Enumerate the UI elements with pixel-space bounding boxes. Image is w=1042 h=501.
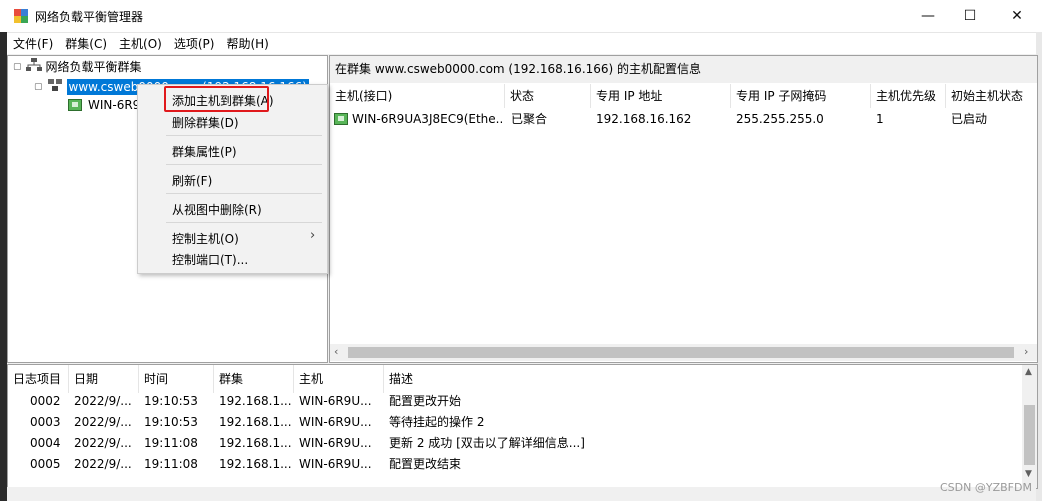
scrollbar-thumb[interactable] xyxy=(1024,405,1035,465)
cell-description: 配置更改开始 xyxy=(389,394,462,408)
cell-date: 2022/9/... xyxy=(74,436,132,450)
tree-item-host-label: WIN-6R9 xyxy=(88,98,141,112)
log-column-cluster[interactable]: 群集 xyxy=(214,365,294,393)
cell-host: WIN-6R9U... xyxy=(299,457,372,471)
cell-cluster: 192.168.1... xyxy=(219,394,292,408)
status-bar xyxy=(7,487,1036,501)
menu-separator xyxy=(166,164,322,165)
watermark: CSDN @YZBFDM xyxy=(940,481,1032,494)
tree-item-root[interactable]: ▢ 网络负载平衡群集 xyxy=(13,58,142,75)
menu-item-control-ports[interactable]: 控制端口(T)... xyxy=(172,251,248,268)
close-button[interactable]: ✕ xyxy=(994,0,1040,32)
cell-entry: 0005 xyxy=(30,457,61,471)
cell-time: 19:11:08 xyxy=(144,457,198,471)
log-row[interactable]: 0005 2022/9/... 19:11:08 192.168.1... WIN-6R… xyxy=(8,454,1022,475)
cell-host: WIN-6R9U... xyxy=(299,436,372,450)
cell-time: 19:10:53 xyxy=(144,415,198,429)
submenu-arrow-icon: › xyxy=(310,228,316,243)
cell-description: 配置更改结束 xyxy=(389,457,462,471)
host-config-panel: 在群集 www.csweb0000.com (192.168.16.166) 的… xyxy=(329,55,1038,363)
maximize-button[interactable]: ☐ xyxy=(947,0,993,32)
cell-time: 19:10:53 xyxy=(144,394,198,408)
cell-time: 19:11:08 xyxy=(144,436,198,450)
vertical-scrollbar[interactable]: ▲ ▼ xyxy=(1022,365,1037,488)
menu-item-cluster-properties[interactable]: 群集属性(P) xyxy=(172,143,237,160)
column-header-host[interactable]: 主机(接口) xyxy=(330,84,505,108)
menu-host[interactable]: 主机(O) xyxy=(113,35,168,52)
highlight-box xyxy=(164,86,269,112)
table-row[interactable]: WIN-6R9UA3J8EC9(Ethe... 已聚合 192.168.16.1… xyxy=(330,108,1037,130)
scroll-right-icon[interactable]: › xyxy=(1024,345,1028,358)
log-panel: 日志项目 日期 时间 群集 主机 描述 0002 2022/9/... 19:10:… xyxy=(7,364,1038,489)
menu-help[interactable]: 帮助(H) xyxy=(220,35,274,52)
menu-separator xyxy=(166,135,322,136)
cell-subnet: 255.255.255.0 xyxy=(736,112,824,126)
host-panel-header: 在群集 www.csweb0000.com (192.168.16.166) 的… xyxy=(330,56,1037,83)
cell-initial-state: 已启动 xyxy=(951,112,988,126)
cell-date: 2022/9/... xyxy=(74,457,132,471)
cell-host: WIN-6R9UA3J8EC9(Ethe... xyxy=(352,112,502,126)
cell-date: 2022/9/... xyxy=(74,394,132,408)
cell-cluster: 192.168.1... xyxy=(219,415,292,429)
log-row[interactable]: 0004 2022/9/... 19:11:08 192.168.1... WIN-6R… xyxy=(8,433,1022,454)
log-column-date[interactable]: 日期 xyxy=(69,365,139,393)
menu-options[interactable]: 选项(P) xyxy=(168,35,221,52)
host-icon xyxy=(334,113,348,125)
column-header-status[interactable]: 状态 xyxy=(505,84,591,108)
cell-entry: 0003 xyxy=(30,415,61,429)
menu-file[interactable]: 文件(F) xyxy=(7,35,59,52)
tree-item-host[interactable]: WIN-6R9 xyxy=(68,98,140,112)
log-row[interactable]: 0003 2022/9/... 19:10:53 192.168.1... WIN-6R… xyxy=(8,412,1022,433)
cell-date: 2022/9/... xyxy=(74,415,132,429)
host-icon xyxy=(68,99,82,111)
scroll-down-icon[interactable]: ▼ xyxy=(1025,469,1032,479)
column-header-priority[interactable]: 主机优先级 xyxy=(871,84,946,108)
menu-separator xyxy=(166,222,322,223)
cell-ip: 192.168.16.162 xyxy=(596,112,692,126)
column-header-subnet[interactable]: 专用 IP 子网掩码 xyxy=(731,84,871,108)
scroll-up-icon[interactable]: ▲ xyxy=(1025,367,1032,377)
scrollbar-thumb[interactable] xyxy=(348,347,1014,358)
cell-host: WIN-6R9U... xyxy=(299,394,372,408)
cell-host: WIN-6R9U... xyxy=(299,415,372,429)
cell-description: 更新 2 成功 [双击以了解详细信息...] xyxy=(389,436,585,450)
network-icon xyxy=(25,58,42,75)
menu-bar: 文件(F) 群集(C) 主机(O) 选项(P) 帮助(H) xyxy=(7,33,1036,54)
context-menu: 添加主机到群集(A) 删除群集(D) 群集属性(P) 刷新(F) 从视图中删除(… xyxy=(137,84,328,274)
cell-entry: 0004 xyxy=(30,436,61,450)
log-column-host[interactable]: 主机 xyxy=(294,365,384,393)
log-column-time[interactable]: 时间 xyxy=(139,365,214,393)
log-column-description[interactable]: 描述 xyxy=(384,365,1022,393)
title-bar: 网络负载平衡管理器 — ☐ ✕ xyxy=(0,0,1042,33)
column-header-ip[interactable]: 专用 IP 地址 xyxy=(591,84,731,108)
column-header-initial-state[interactable]: 初始主机状态 xyxy=(946,84,1037,108)
menu-item-delete-cluster[interactable]: 删除群集(D) xyxy=(172,114,239,131)
background-strip-left xyxy=(0,32,7,501)
menu-cluster[interactable]: 群集(C) xyxy=(59,35,113,52)
horizontal-scrollbar[interactable]: ‹ › xyxy=(330,344,1037,361)
log-column-entry[interactable]: 日志项目 xyxy=(8,365,69,393)
collapse-arrow-icon[interactable]: ▢ xyxy=(34,82,43,92)
menu-separator xyxy=(166,193,322,194)
cell-description: 等待挂起的操作 2 xyxy=(389,415,485,429)
cluster-icon xyxy=(47,78,63,95)
log-row[interactable]: 0002 2022/9/... 19:10:53 192.168.1... WIN-6R… xyxy=(8,391,1022,412)
tree-item-root-label: 网络负载平衡群集 xyxy=(45,60,142,74)
cell-cluster: 192.168.1... xyxy=(219,457,292,471)
minimize-button[interactable]: — xyxy=(905,0,951,32)
cell-status: 已聚合 xyxy=(511,112,548,126)
menu-item-refresh[interactable]: 刷新(F) xyxy=(172,172,212,189)
window-title: 网络负载平衡管理器 xyxy=(35,10,144,24)
scroll-left-icon[interactable]: ‹ xyxy=(334,345,338,358)
cell-priority: 1 xyxy=(876,112,884,126)
app-icon xyxy=(13,8,29,24)
menu-item-remove-from-view[interactable]: 从视图中删除(R) xyxy=(172,201,262,218)
expand-arrow-icon[interactable]: ▢ xyxy=(13,62,22,72)
cell-entry: 0002 xyxy=(30,394,61,408)
cell-cluster: 192.168.1... xyxy=(219,436,292,450)
menu-item-control-host[interactable]: 控制主机(O) xyxy=(172,230,239,247)
